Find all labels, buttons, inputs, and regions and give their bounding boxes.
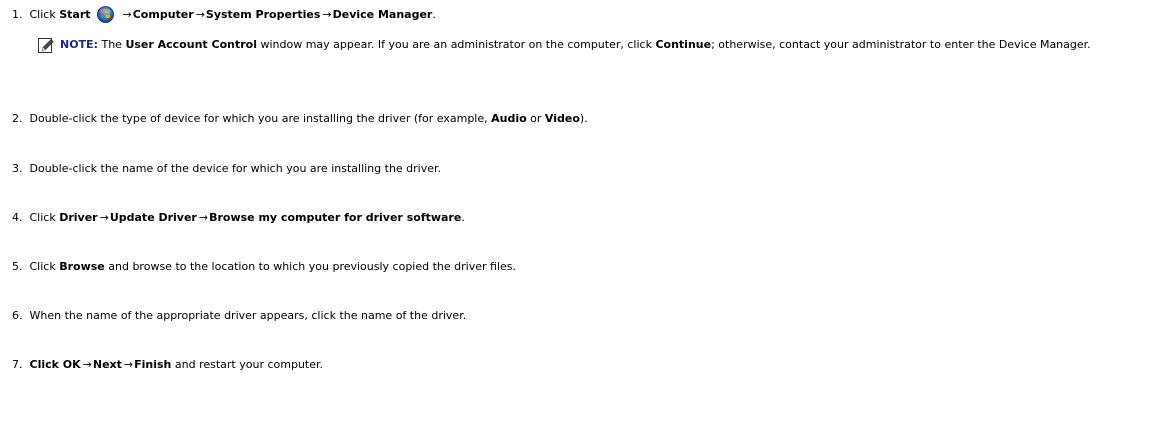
step-5: 5. Click Browse and browse to the locati…: [12, 259, 516, 274]
finish-label: Finish: [134, 358, 172, 371]
pencil-note-icon: [38, 38, 54, 53]
step-text: Click: [29, 8, 56, 21]
arrow-separator: →: [195, 8, 205, 21]
windows-start-orb-icon: [97, 6, 114, 23]
instructions-page: 1. Click Start →Computer →System Properti…: [0, 0, 1154, 422]
step-number: 3.: [12, 162, 23, 175]
update-driver-label: Update Driver: [109, 211, 197, 224]
video-label: Video: [544, 112, 580, 125]
step-text: and restart your computer.: [171, 358, 324, 371]
note-text-part: The: [97, 38, 126, 51]
note-label: NOTE:: [60, 38, 98, 51]
step-2: 2. Double-click the type of device for w…: [12, 111, 588, 126]
step-number: 2.: [12, 112, 23, 125]
arrow-separator: →: [82, 358, 92, 371]
user-account-control-label: User Account Control: [125, 38, 257, 51]
browse-label: Browse: [59, 260, 105, 273]
browse-my-computer-label: Browse my computer for driver software: [209, 211, 462, 224]
step-number: 7.: [12, 358, 23, 371]
step-text: Double-click the name of the device for …: [29, 162, 442, 175]
step-number: 5.: [12, 260, 23, 273]
step-text-end: .: [461, 211, 465, 224]
step-number: 6.: [12, 309, 23, 322]
step-text: Click: [29, 260, 56, 273]
step-text: Double-click the type of device for whic…: [29, 112, 492, 125]
arrow-separator: →: [322, 8, 332, 21]
step-7: 7. Click OK →Next →Finish and restart your…: [12, 357, 323, 372]
step-number: 1.: [12, 8, 23, 21]
computer-label: Computer: [132, 8, 194, 21]
system-properties-label: System Properties: [205, 8, 321, 21]
step-text-end: ).: [579, 112, 588, 125]
audio-label: Audio: [491, 112, 527, 125]
device-manager-label: Device Manager: [332, 8, 433, 21]
step-text: or: [526, 112, 545, 125]
driver-label: Driver: [59, 211, 98, 224]
step-text: and browse to the location to which you …: [104, 260, 516, 273]
step-number: 4.: [12, 211, 23, 224]
arrow-separator: →: [99, 211, 109, 224]
step-4: 4. Click Driver →Update Driver →Browse my …: [12, 210, 465, 225]
step-text: Click: [29, 211, 56, 224]
arrow-separator: →: [123, 358, 134, 371]
step-6: 6. When the name of the appropriate driv…: [12, 308, 466, 323]
note-text-part: ; otherwise, contact your administrator …: [711, 38, 1091, 51]
step-1: 1. Click Start →Computer →System Properti…: [12, 6, 436, 23]
note-text: NOTE: The User Account Control window ma…: [60, 38, 1140, 52]
arrow-separator: →: [122, 8, 132, 21]
step-text: When the name of the appropriate driver …: [29, 309, 467, 322]
note-text-part: window may appear. If you are an adminis…: [256, 38, 656, 51]
step-3: 3. Double-click the name of the device f…: [12, 161, 441, 176]
start-label: Start: [59, 8, 91, 21]
arrow-separator: →: [198, 211, 209, 224]
next-label: Next: [92, 358, 122, 371]
click-ok-label: Click OK: [29, 358, 81, 371]
continue-label: Continue: [655, 38, 712, 51]
step-text-end: .: [432, 8, 436, 21]
